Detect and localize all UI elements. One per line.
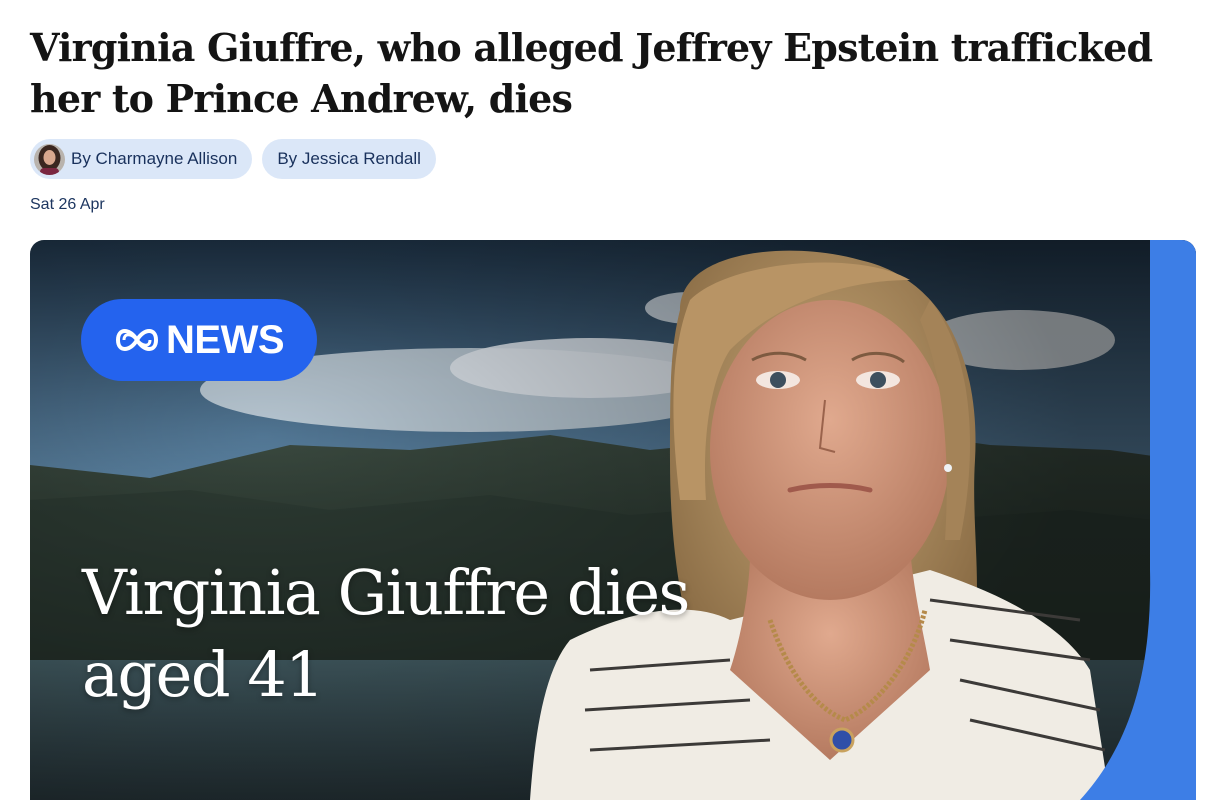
abc-lissajous-icon [115,329,159,351]
article-headline: Virginia Giuffre, who alleged Jeffrey Ep… [30,25,1153,121]
author-avatar [34,143,65,175]
hero-image: NEWS Virginia Giuffre dies aged 41 [30,240,1196,800]
author-link-charmayne-allison[interactable]: By Charmayne Allison [30,139,253,179]
author-name: By Jessica Rendall [277,149,421,168]
logo-news-text: NEWS [166,317,285,362]
article: Virginia Giuffre, who alleged Jeffrey Ep… [0,0,1222,800]
byline-list: By Charmayne Allison By Jessica Rendall [30,139,436,179]
author-link-jessica-rendall[interactable]: By Jessica Rendall [262,139,436,179]
hero-overlay-title: Virginia Giuffre dies aged 41 [82,556,690,711]
author-name: By Charmayne Allison [71,149,238,168]
abc-news-logo: NEWS [81,299,317,381]
publish-date: Sat 26 Apr [30,196,105,213]
